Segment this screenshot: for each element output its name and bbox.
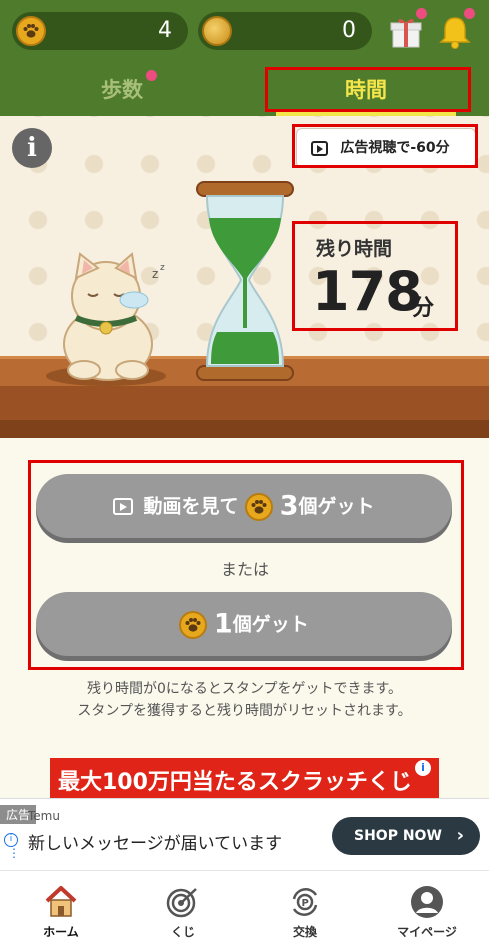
notification-button[interactable] — [436, 8, 476, 52]
timer-scene: i 広告視聴で-60分 z z 残り時間 178 分 — [0, 116, 489, 438]
paw-icon — [16, 16, 46, 46]
shop-now-button[interactable]: SHOP NOW › — [332, 817, 480, 855]
get-stamp-count: 1 — [213, 608, 233, 640]
gift-button[interactable] — [386, 8, 427, 52]
svg-text:P: P — [302, 898, 309, 909]
info-button[interactable]: i — [12, 128, 52, 168]
nav-mypage-label: マイページ — [397, 925, 457, 939]
gift-badge-dot — [416, 8, 427, 19]
promo-text: 最大100万円当たるスクラッチくじ — [58, 770, 412, 795]
user-icon — [411, 886, 443, 918]
svg-text:z: z — [152, 267, 158, 281]
top-bar: 4 0 — [0, 0, 489, 64]
lucky-cat-illustration: z z — [46, 252, 166, 386]
get-stamp-button[interactable]: 1個ゲット — [36, 592, 452, 656]
tab-steps-dot — [146, 70, 157, 81]
tab-steps-label: 歩数 — [101, 78, 143, 102]
ad-message: 新しいメッセージが届いています — [28, 834, 283, 854]
ad-banner[interactable]: 広告 Temu i ⋮ 新しいメッセージが届いています SHOP NOW › — [0, 798, 489, 870]
promo-banner[interactable]: 最大100万円当たるスクラッチくじ i — [50, 758, 439, 798]
tab-bar: 歩数 時間 — [0, 64, 489, 116]
nav-lottery[interactable]: くじ — [122, 871, 244, 947]
watch-video-suffix: 個ゲット — [298, 495, 375, 518]
ad-brand: Temu — [28, 809, 60, 823]
chevron-right-icon: › — [456, 825, 464, 846]
home-icon — [45, 886, 77, 917]
nav-exchange[interactable]: P 交換 — [244, 871, 366, 947]
remaining-time-value: 178 — [312, 260, 423, 323]
nav-home-label: ホーム — [43, 925, 79, 939]
stamp-actions: 動画を見て 3個ゲット または 1個ゲット — [28, 460, 462, 670]
ad-info-icon[interactable]: i — [4, 833, 18, 847]
exchange-icon: P — [292, 888, 318, 916]
bottom-navigation: ホーム くじ P 交換 マイページ — [0, 870, 489, 947]
watch-video-get-button[interactable]: 動画を見て 3個ゲット — [36, 474, 452, 538]
tab-time-label: 時間 — [345, 78, 387, 102]
paw-icon — [245, 492, 274, 521]
bell-badge-dot — [464, 8, 475, 19]
nav-home[interactable]: ホーム — [0, 871, 122, 947]
remaining-time-label: 残り時間 — [316, 238, 393, 260]
remaining-time-panel: 残り時間 178 分 — [298, 226, 456, 332]
nav-lottery-label: くじ — [170, 925, 195, 939]
shelf-front — [0, 386, 489, 438]
coin-counter[interactable]: 0 — [198, 12, 372, 50]
watch-video-prefix: 動画を見て — [143, 495, 239, 518]
or-label: または — [220, 560, 269, 579]
bell-icon — [439, 17, 471, 49]
gift-icon — [390, 19, 422, 48]
coin-icon — [202, 16, 232, 46]
coin-count: 0 — [342, 18, 356, 43]
nav-exchange-label: 交換 — [292, 925, 317, 939]
hourglass-illustration — [196, 181, 294, 381]
tab-time[interactable]: 時間 — [244, 64, 488, 116]
svg-text:z: z — [160, 263, 165, 273]
shop-now-label: SHOP NOW — [354, 828, 442, 844]
get-stamp-suffix: 個ゲット — [232, 613, 309, 636]
tab-steps[interactable]: 歩数 — [0, 64, 244, 116]
video-icon — [311, 141, 328, 156]
info-note-1: 残り時間が0になるとスタンプをゲットできます。 — [86, 681, 403, 697]
ad-more-icon[interactable]: ⋮ — [8, 847, 20, 859]
ad-watch-button[interactable]: 広告視聴で-60分 — [296, 128, 476, 168]
watch-video-count: 3 — [279, 490, 299, 522]
info-note-2: スタンプを獲得すると残り時間がリセットされます。 — [77, 703, 412, 719]
video-icon — [113, 498, 134, 515]
ad-watch-label: 広告視聴で-60分 — [340, 140, 450, 156]
paw-icon — [179, 610, 208, 639]
remaining-time-unit: 分 — [412, 296, 435, 321]
nav-mypage[interactable]: マイページ — [366, 871, 488, 947]
paw-counter[interactable]: 4 — [12, 12, 188, 50]
target-icon — [166, 888, 197, 918]
paw-count: 4 — [158, 18, 172, 43]
ad-info-icon[interactable]: i — [415, 760, 431, 776]
